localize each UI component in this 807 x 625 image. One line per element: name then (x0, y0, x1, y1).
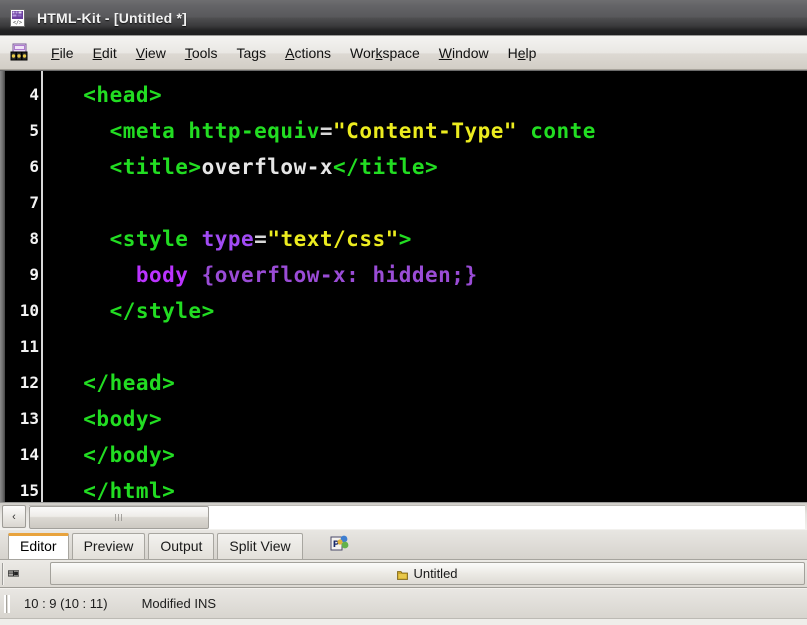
code-line[interactable]: <head> (43, 77, 807, 113)
code-token: </head> (57, 371, 176, 395)
line-number: 12 (19, 373, 39, 392)
line-number-gutter: 4 5 6 7 8 9 10 11 12 13 14 15 (5, 71, 41, 502)
code-line[interactable]: </html> (43, 473, 807, 502)
code-line[interactable]: <body> (43, 401, 807, 437)
line-number: 14 (19, 445, 39, 464)
code-line[interactable]: </body> (43, 437, 807, 473)
tab-output[interactable]: Output (148, 533, 215, 559)
menu-item-tools[interactable]: Tools (176, 42, 228, 64)
line-number: 6 (29, 157, 39, 176)
code-token: = (319, 119, 334, 143)
scrollbar-thumb[interactable] (29, 505, 209, 529)
line-number: 8 (29, 229, 39, 248)
code-token: <title> (57, 155, 202, 179)
window-title: HTML-Kit - [Untitled *] (37, 9, 188, 26)
code-token: {overflow-x: hidden;} (201, 263, 478, 287)
html-kit-window: </> HTML-Kit - [Untitled *] File Edit Vi… (0, 0, 807, 625)
code-token: = (254, 227, 268, 251)
code-token: <body> (57, 407, 163, 431)
code-line[interactable] (43, 185, 807, 221)
line-number: 9 (29, 265, 39, 284)
title-bar: </> HTML-Kit - [Untitled *] (0, 0, 807, 36)
edit-mode-status: Modified INS (141, 596, 217, 611)
tab-split-view[interactable]: Split View (217, 533, 303, 559)
code-line[interactable]: <style type="text/css"> (43, 221, 807, 257)
code-token: body (57, 263, 202, 287)
menu-item-edit[interactable]: Edit (84, 42, 127, 64)
editor-area: 4 5 6 7 8 9 10 11 12 13 14 15 <head> <meta http-equ… (0, 70, 807, 502)
menu-item-workspace[interactable]: Workspace (341, 42, 430, 64)
code-token: "Content-Type" (333, 119, 518, 143)
code-token: <meta http-equiv (57, 119, 320, 143)
tab-preview[interactable]: Preview (71, 533, 146, 559)
code-token: </style> (57, 299, 215, 323)
scrollbar-grip (114, 513, 124, 521)
document-icon (397, 568, 409, 580)
menu-item-actions[interactable]: Actions (276, 42, 341, 64)
menu-item-tags[interactable]: Tags (228, 42, 277, 64)
document-tab-label: Untitled (413, 566, 458, 581)
code-line[interactable]: <meta http-equiv="Content-Type" conte (43, 113, 807, 149)
menu-item-window[interactable]: Window (430, 42, 499, 64)
view-tabs: Editor Preview Output Split View P (0, 530, 807, 560)
line-number: 15 (19, 481, 39, 500)
code-line[interactable]: </style> (43, 293, 807, 329)
code-line[interactable] (43, 329, 807, 365)
code-token: overflow-x (201, 155, 334, 179)
document-tab-untitled[interactable]: Untitled (50, 562, 805, 585)
document-list-icon: ▤▣ (8, 568, 19, 579)
window-footer (0, 618, 807, 625)
html-kit-app-icon: </> (8, 8, 28, 28)
tab-editor[interactable]: Editor (8, 533, 69, 559)
code-token: type (201, 227, 255, 251)
code-line[interactable]: </head> (43, 365, 807, 401)
status-grip (4, 594, 10, 613)
html-kit-toolbar-icon[interactable] (8, 42, 34, 64)
line-number: 4 (29, 85, 39, 104)
code-token: conte (517, 119, 596, 143)
document-bar: ▤▣ Untitled (0, 560, 807, 588)
code-text-area[interactable]: <head> <meta http-equiv="Content-Type" c… (43, 71, 807, 502)
code-token: > (398, 227, 412, 251)
line-number: 11 (19, 337, 39, 356)
code-token: "text/css" (267, 227, 399, 251)
line-number: 7 (29, 193, 39, 212)
scrollbar-track[interactable] (29, 504, 805, 529)
menu-item-view[interactable]: View (127, 42, 176, 64)
cursor-position: 10 : 9 (10 : 11) (24, 596, 108, 611)
menu-item-help[interactable]: Help (499, 42, 547, 64)
menu-bar: File Edit View Tools Tags Actions Worksp… (0, 36, 807, 70)
plugins-icon[interactable]: P (328, 533, 350, 555)
line-number: 5 (29, 121, 39, 140)
status-bar: 10 : 9 (10 : 11) Modified INS (0, 588, 807, 618)
code-line[interactable]: body {overflow-x: hidden;} (43, 257, 807, 293)
code-token: </html> (57, 479, 176, 502)
code-line[interactable]: <title>overflow-x</title> (43, 149, 807, 185)
scroll-left-button[interactable]: ‹ (2, 505, 26, 528)
document-list-button[interactable]: ▤▣ (2, 562, 48, 585)
line-number: 10 (19, 301, 39, 320)
code-token: <style (57, 227, 202, 251)
code-token: </title> (333, 155, 439, 179)
line-number: 13 (19, 409, 39, 428)
code-token: </body> (57, 443, 176, 467)
code-token: <head> (57, 83, 163, 107)
horizontal-scrollbar[interactable]: ‹ (0, 502, 807, 530)
menu-item-file[interactable]: File (42, 42, 84, 64)
svg-text:</>: </> (13, 20, 22, 26)
